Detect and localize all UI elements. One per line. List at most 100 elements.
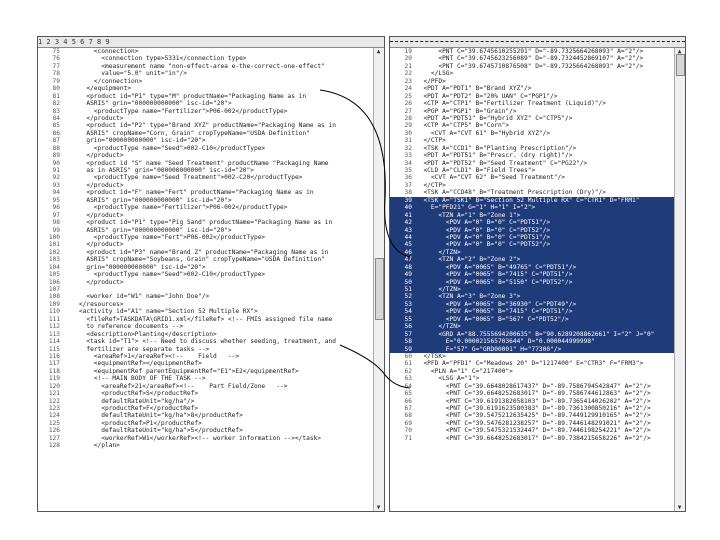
code-line[interactable]: 75 <connection> (38, 48, 384, 55)
code-line[interactable]: 66 <PNT C="39.6191382058103" D="-89.7365… (390, 398, 685, 405)
code-line[interactable]: 36 <CVT A="CVT 62" B="Seed Treatment"/> (390, 174, 685, 181)
code-line[interactable]: 52 <TZN A="3" B="Zone 3"> (390, 293, 685, 301)
code-line[interactable]: 31 </CTP> (390, 137, 685, 144)
code-line[interactable]: 32 <TSK A="CCD1" B="Planting Prescriptio… (390, 145, 685, 152)
right-code-area[interactable]: 19 <PNT C="39.6745610255291" D="-89.7325… (390, 48, 685, 511)
code-line[interactable]: 102 <product id="P3" name="Brand Z" prod… (38, 249, 384, 256)
code-line[interactable]: 86 ASRIS" cropName="Corn, Grain" cropTyp… (38, 130, 384, 137)
code-line[interactable]: 112 to reference documents --> (38, 323, 384, 330)
code-line[interactable]: 62 <PLN A="1" C="217400"> (390, 368, 685, 375)
code-line[interactable]: 38 <TSK A="CCD48" B="Treatment Prescript… (390, 189, 685, 196)
code-line[interactable]: 71 <PNT C="39.6648252683017" D="-89.7384… (390, 435, 685, 442)
code-line[interactable]: 55 <PDV A="0065" B="567" C="PDT52"/> (390, 315, 685, 324)
code-line[interactable]: 24 <PDT A="PDT1" B="Brand XYZ"/> (390, 85, 685, 92)
code-line[interactable]: 90 <product id "S" name "Seed Treatment"… (38, 160, 384, 167)
code-line[interactable]: 21 <PNT C="39.6745710876508" D="-89.7325… (390, 63, 685, 70)
code-line[interactable]: 127 <workerRef>W1</workerRef><!-- worker… (38, 435, 384, 442)
left-editor-pane[interactable]: 1 2 3 4 5 6 7 8 9 75 <connection> 76 <con… (37, 36, 385, 512)
code-line[interactable]: 104 grin="000000000000" isc-id="20"> (38, 264, 384, 271)
code-line[interactable]: 99 ASRIS" grin="000000000000" isc-id="20… (38, 227, 384, 234)
code-line[interactable]: 53 <PDV A="0065" B="36930" C="PDT49"/> (390, 300, 685, 309)
code-line[interactable]: 34 <PDT A="PDT52" B="Seed Treatment" C="… (390, 160, 685, 167)
code-line[interactable]: 22 </LSG> (390, 70, 685, 77)
code-line[interactable]: 107 (38, 286, 384, 293)
code-line[interactable]: 78 value="5.0" unit="in"/> (38, 70, 384, 77)
code-line[interactable]: 88 <productType name="Seed">002-C10</pro… (38, 145, 384, 152)
code-line[interactable]: 118 <equipmentRef parentEquipmentRef="E1… (38, 368, 384, 375)
code-line[interactable]: 108 <worker id="W1" name="John Doe"/> (38, 293, 384, 300)
code-line[interactable]: 128 </plan> (38, 442, 384, 449)
code-line[interactable]: 114 <task id="T1"> <!-- Need to discuss … (38, 338, 384, 345)
scroll-up-arrow-icon[interactable]: ▲ (375, 48, 382, 55)
right-scroll-thumb[interactable] (676, 54, 685, 76)
code-line[interactable]: 43 <PDV A="0" B="0" C="PDT52"/> (390, 226, 685, 234)
code-line[interactable]: 116 <areaRef>1</areaRef><!-- Field --> (38, 353, 384, 360)
code-line[interactable]: 100 <productType name="Fert">P06-002</pr… (38, 234, 384, 241)
code-line[interactable]: 92 <productType name="Seed Treatment">00… (38, 174, 384, 181)
code-line[interactable]: 64 <PNT C="39.6648028617437" D="-89.7586… (390, 383, 685, 390)
code-line[interactable]: 26 <CTP A="CTP1" B="Fertilizer Treatment… (390, 100, 685, 107)
code-line[interactable]: 23 </PFD> (390, 78, 685, 85)
code-line[interactable]: 76 <connection type>5331</connection typ… (38, 55, 384, 62)
code-line[interactable]: 81 <product id="P1" type="M" productName… (38, 93, 384, 100)
code-line[interactable]: 44 <PDV A="0" B="0" C="PDT51"/> (390, 233, 685, 242)
code-line[interactable]: 47 <TZN A="2" B="Zone 2"> (390, 256, 685, 264)
code-line[interactable]: 98 <product id="P1" type="Pig Sand" prod… (38, 219, 384, 226)
code-line[interactable]: 110 <activity id="A1" name="Section 52 M… (38, 308, 384, 315)
left-scrollbar[interactable]: ▲ ▼ (373, 48, 384, 511)
code-line[interactable]: 45 <PDV A="0" B="0" C="PDT52"/> (390, 241, 685, 249)
code-line[interactable]: 68 <PNT C="39.5475212635425" D="-89.7449… (390, 412, 685, 419)
code-line[interactable]: 27 <PGP A="PGP1" B="Grain"/> (390, 108, 685, 115)
code-line[interactable]: 84 </product> (38, 115, 384, 122)
code-line[interactable]: 58 E="0.000021565703644" D="0.0000449999… (390, 338, 685, 346)
code-line[interactable]: 82 ASRIS" grin="000000000000" isc-id="20… (38, 100, 384, 107)
code-line[interactable]: 70 <PNT C="39.5475321532447" D="-89.7446… (390, 427, 685, 434)
code-line[interactable]: 91 as in ASRIS" grin="000000000000" isc-… (38, 167, 384, 174)
code-line[interactable]: 96 <productType name="Fertilizer">P06-00… (38, 204, 384, 211)
code-line[interactable]: 30 <CVT A="CVT 61" B="Hybrid XYZ"/> (390, 130, 685, 137)
code-line[interactable]: 122 defaultRateUnit="kg/ha"/> (38, 398, 384, 405)
code-line[interactable]: 54 <PDV A="0065" B="7415" C="PDT51"/> (390, 308, 685, 316)
code-line[interactable]: 46 </TZN> (390, 248, 685, 257)
code-line[interactable]: 69 <PNT C="39.5476281238257" D="-89.7446… (390, 420, 685, 427)
code-line[interactable]: 65 <PNT C="39.6648252683017" D="-89.7586… (390, 390, 685, 397)
code-line[interactable]: 57 <GRD A="88.7555694200635" B="90.62892… (390, 330, 685, 339)
code-line[interactable]: 51 </TZN> (390, 286, 685, 294)
code-line[interactable]: 59 F="57" G="GRD00001" H="77300"/> (390, 345, 685, 353)
code-line[interactable]: 28 <PDT A="PDT51" B="Hybrid XYZ" C="CTP5… (390, 115, 685, 122)
code-line[interactable]: 103 ASRIS" cropName="Soybeans, Grain" cr… (38, 256, 384, 263)
code-line[interactable]: 49 <PDV A="0065" B="7415" C="PDT51"/> (390, 271, 685, 279)
code-line[interactable]: 120 <areaRef>21</areaRef><!-- Part Field… (38, 383, 384, 390)
code-line[interactable]: 42 <PDV A="0" B="0" C="PDT51"/> (390, 219, 685, 227)
code-line[interactable]: 20 <PNT C="39.6745623256089" D="-89.7324… (390, 55, 685, 62)
code-line[interactable]: 113 <description>Planting</description> (38, 331, 384, 338)
code-line[interactable]: 117 <equipmentRef></equipmentRef> (38, 360, 384, 367)
code-line[interactable]: 37 </CTP> (390, 182, 685, 189)
code-line[interactable]: 119 <!-- MAIN BODY OF THE TASK --> (38, 375, 384, 382)
code-line[interactable]: 63 <LSG A="1"> (390, 375, 685, 382)
code-line[interactable]: 111 <fileRef>TASKDATA\GRID1.xml</fileRef… (38, 316, 384, 323)
code-line[interactable]: 89 </product> (38, 152, 384, 159)
code-line[interactable]: 48 <PDV A="0065" B="49765" C="PDT51"/> (390, 263, 685, 272)
right-scrollbar[interactable]: ▲ ▼ (674, 48, 685, 511)
code-line[interactable]: 35 <CLD A="CLD1" B="Field Trees"> (390, 167, 685, 174)
code-line[interactable]: 33 <PDT A="PDT51" B="Prescr. (dry right)… (390, 152, 685, 159)
code-line[interactable]: 97 </product> (38, 212, 384, 219)
code-line[interactable]: 67 <PNT C="39.6191623580383" D="-89.7361… (390, 405, 685, 412)
code-line[interactable]: 115 fertilizer are separate tasks --> (38, 346, 384, 353)
left-code-area[interactable]: 75 <connection> 76 <connection type>5331<… (38, 48, 384, 511)
code-line[interactable]: 61 <PFD A="PFD1" C="Meadows 20" D="12174… (390, 360, 685, 367)
right-editor-pane[interactable]: 19 <PNT C="39.6745610255291" D="-89.7325… (389, 36, 686, 512)
code-line[interactable]: 85 <product id="P2" type="Brand XYZ" pro… (38, 122, 384, 129)
code-line[interactable]: 40 E="PFD21" G="1" H="1" I="2"> (390, 204, 685, 212)
code-line[interactable]: 123 <productRef>F</productRef> (38, 405, 384, 412)
code-line[interactable]: 19 <PNT C="39.6745610255291" D="-89.7325… (390, 48, 685, 55)
code-line[interactable]: 29 <CTP A="CTP5" B="Corn"> (390, 122, 685, 129)
code-line[interactable]: 60 </TSK> (390, 353, 685, 360)
code-line[interactable]: 80 </equipment> (38, 85, 384, 92)
scroll-down-arrow-icon[interactable]: ▼ (676, 504, 683, 511)
scroll-down-arrow-icon[interactable]: ▼ (375, 504, 382, 511)
code-line[interactable]: 124 defaultRateUnit="kg/ha">8</productRe… (38, 412, 384, 419)
code-line[interactable]: 87 grin="000000000000" isc-id="20"> (38, 137, 384, 144)
code-line[interactable]: 101 </product> (38, 241, 384, 248)
